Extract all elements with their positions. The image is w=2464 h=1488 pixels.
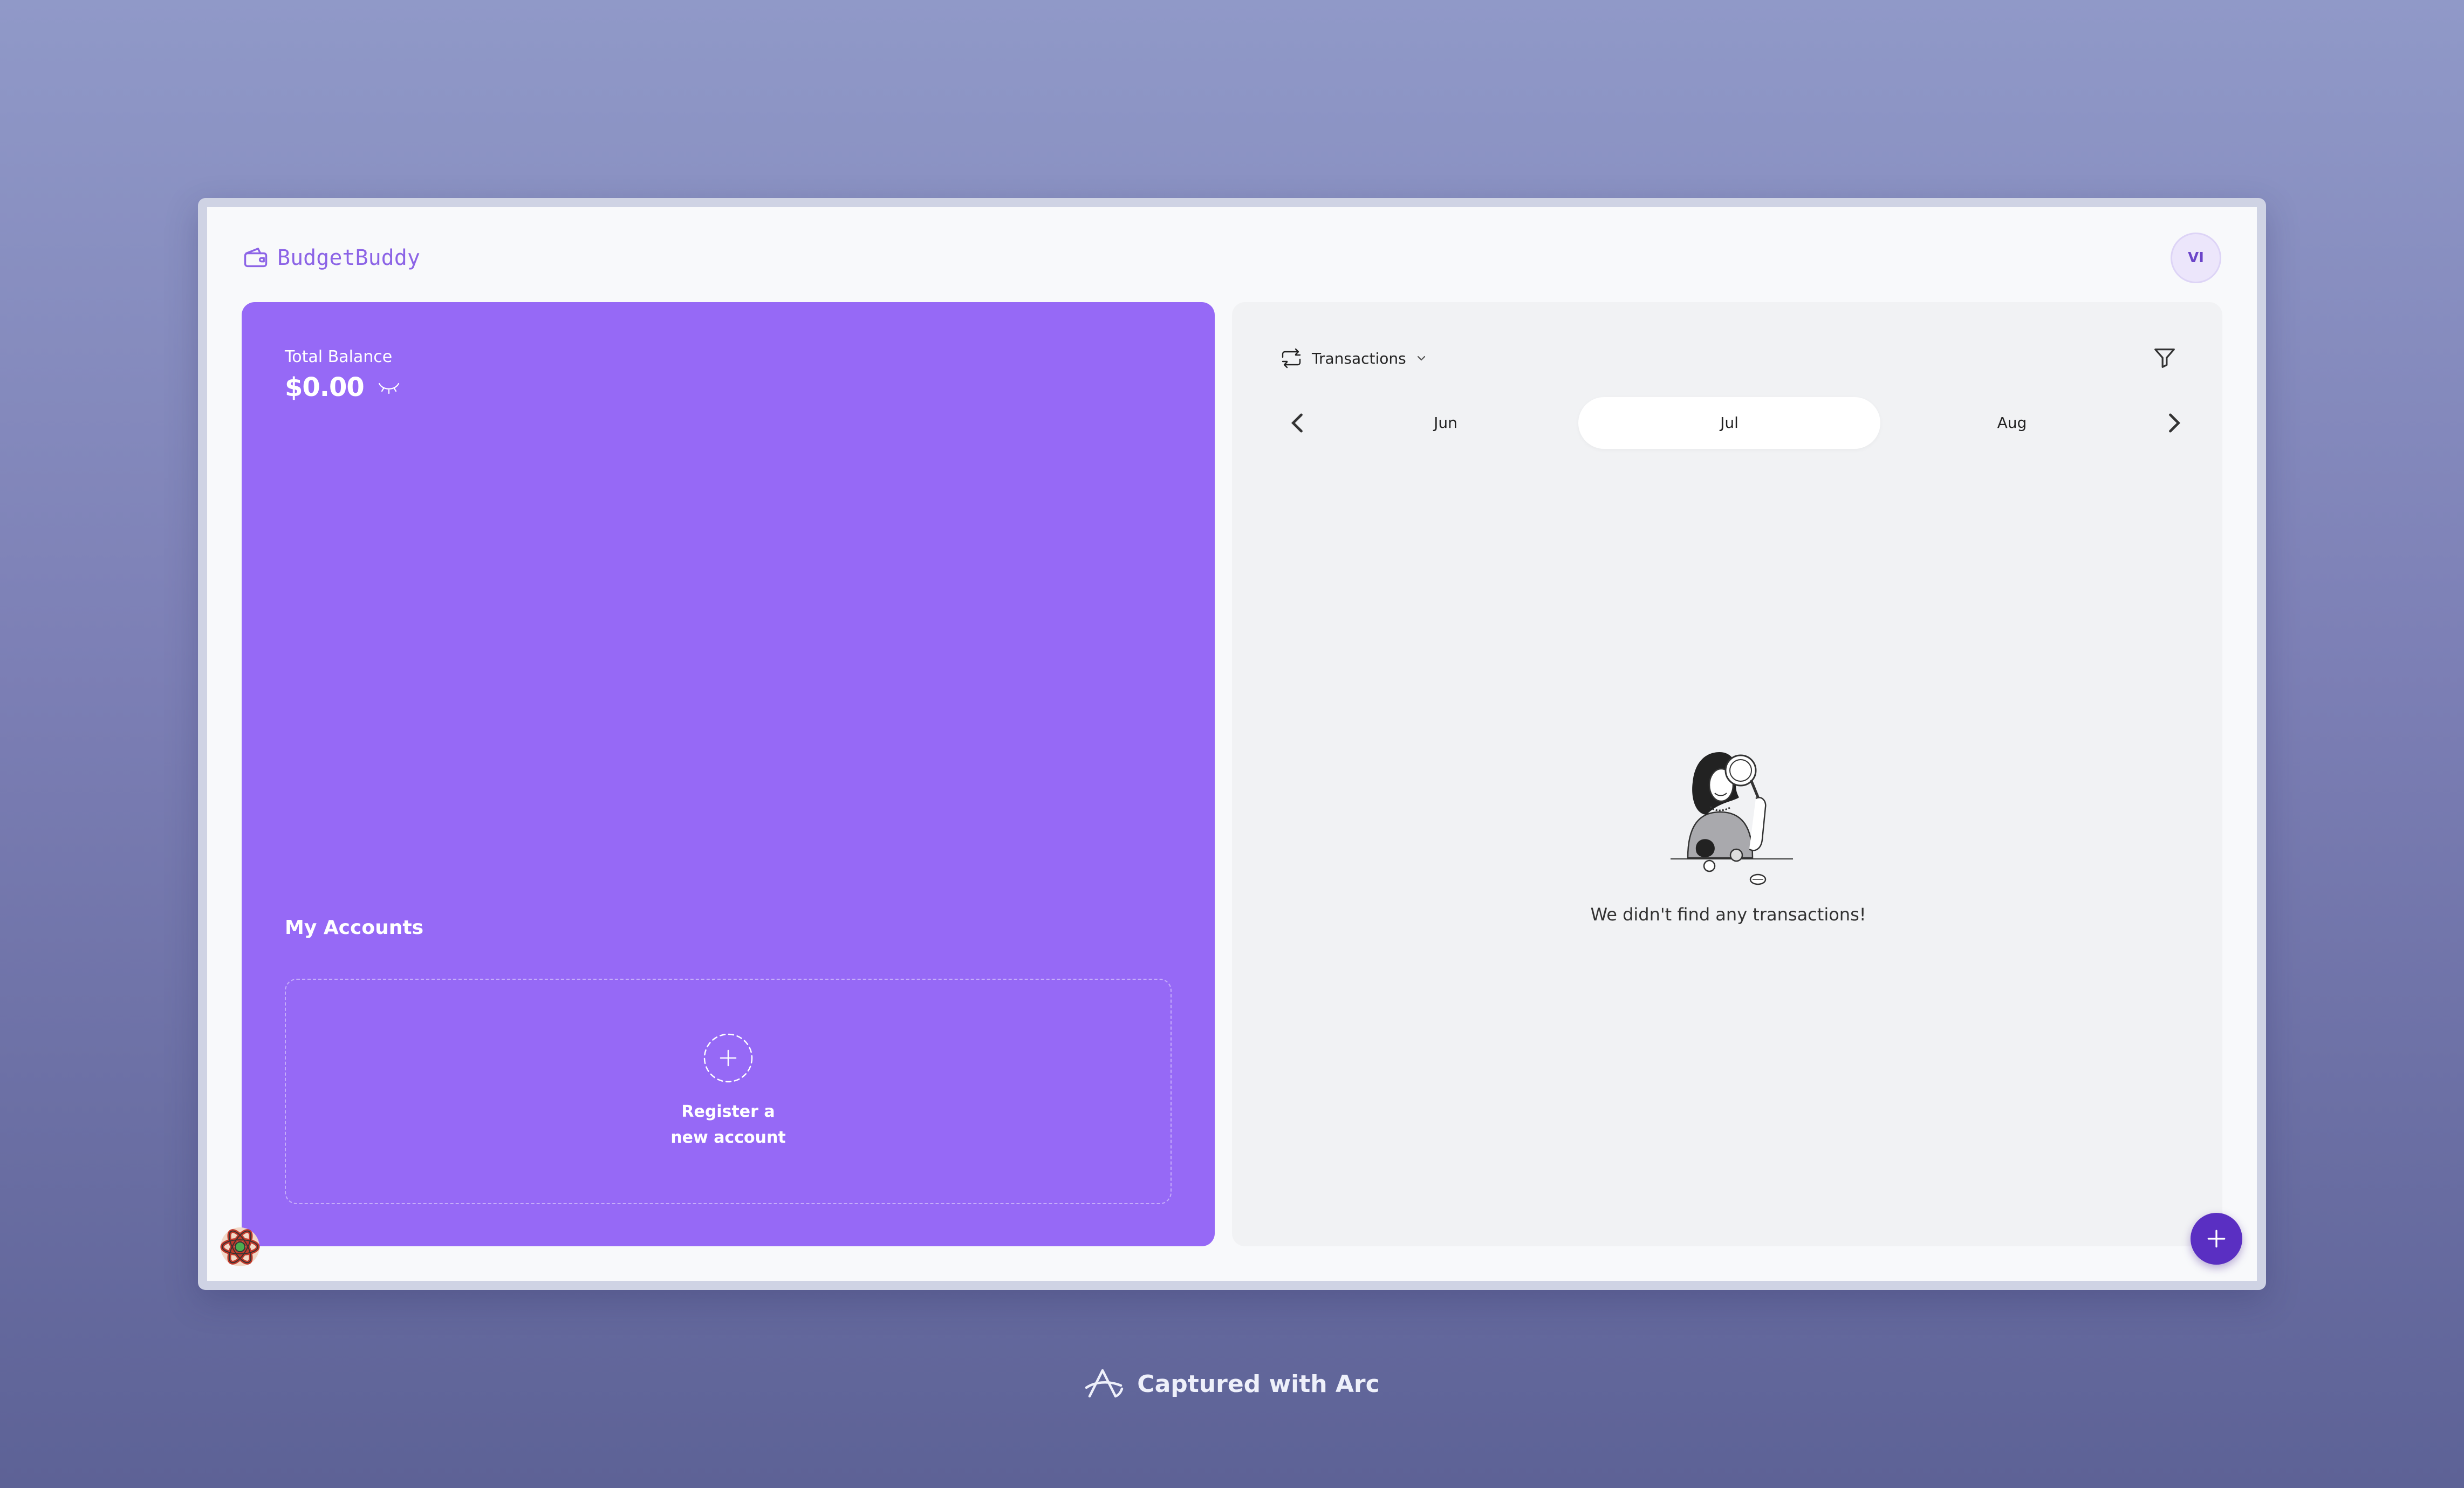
user-avatar[interactable]: VI bbox=[2171, 233, 2221, 283]
my-accounts-title: My Accounts bbox=[285, 917, 423, 939]
transactions-dropdown[interactable]: Transactions bbox=[1279, 347, 1428, 369]
empty-state-illustration bbox=[1671, 752, 1793, 885]
plus-icon bbox=[2205, 1227, 2228, 1251]
transactions-label: Transactions bbox=[1312, 349, 1406, 367]
total-balance-value: $0.00 bbox=[285, 372, 365, 402]
chevron-down-icon bbox=[1415, 352, 1428, 365]
empty-state-message: We didn't find any transactions! bbox=[1590, 904, 1866, 925]
empty-state: We didn't find any transactions! bbox=[1556, 739, 1901, 925]
chevron-left-icon[interactable] bbox=[1284, 409, 1312, 437]
eye-closed-icon[interactable] bbox=[378, 380, 400, 395]
app-window: BudgetBuddy VI Total Balance $0.00 My Ac… bbox=[207, 207, 2257, 1281]
balance-row: $0.00 bbox=[285, 372, 400, 402]
month-navigation: Jun Jul Aug bbox=[1284, 397, 2188, 449]
month-next[interactable]: Aug bbox=[1958, 397, 2066, 449]
arc-logo-icon bbox=[1084, 1366, 1125, 1402]
plus-circle-icon bbox=[702, 1032, 754, 1084]
add-transaction-button[interactable] bbox=[2191, 1213, 2242, 1265]
total-balance-label: Total Balance bbox=[285, 347, 393, 366]
app-logo[interactable]: BudgetBuddy bbox=[242, 243, 420, 273]
react-devtools-icon[interactable] bbox=[219, 1226, 261, 1268]
captured-with-arc-label: Captured with Arc bbox=[1137, 1370, 1380, 1398]
month-prev[interactable]: Jun bbox=[1392, 397, 1500, 449]
register-account-button[interactable]: Register a new account bbox=[285, 979, 1172, 1204]
app-name: BudgetBuddy bbox=[277, 245, 420, 270]
wallet-icon bbox=[242, 243, 270, 273]
chevron-right-icon[interactable] bbox=[2160, 409, 2188, 437]
browser-frame: BudgetBuddy VI Total Balance $0.00 My Ac… bbox=[198, 198, 2266, 1290]
balance-panel: Total Balance $0.00 My Accounts Register… bbox=[242, 302, 1215, 1246]
month-current[interactable]: Jul bbox=[1578, 397, 1880, 449]
transactions-panel: Transactions Jun Jul Aug We didn't find … bbox=[1232, 302, 2222, 1246]
captured-with-arc: Captured with Arc bbox=[0, 1366, 2464, 1402]
transactions-swap-icon bbox=[1279, 347, 1303, 369]
register-account-label: Register a new account bbox=[670, 1102, 786, 1147]
filter-icon[interactable] bbox=[2152, 345, 2177, 370]
